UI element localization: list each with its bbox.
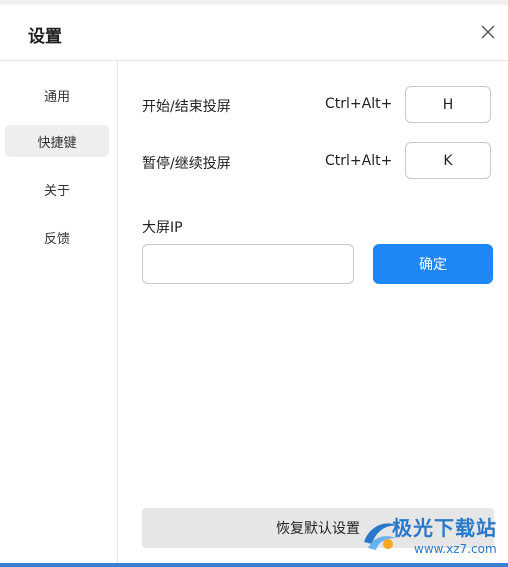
watermark-name: 极光下载站: [392, 516, 497, 540]
shortcut-pause-resume-label: 暂停/继续投屏: [142, 156, 231, 172]
close-button[interactable]: [476, 20, 500, 44]
close-icon: [481, 25, 495, 39]
window-top-strip: [0, 0, 508, 5]
shortcut-start-stop-modifier: Ctrl+Alt+: [325, 96, 393, 112]
sidebar-item-feedback[interactable]: 反馈: [5, 221, 109, 253]
confirm-button[interactable]: 确定: [373, 244, 493, 284]
sidebar: 通用 快捷键 关于 反馈: [0, 61, 117, 565]
sidebar-item-about[interactable]: 关于: [5, 173, 109, 205]
settings-window: 设置 通用 快捷键 关于 反馈 开始/结束投屏 Ctrl+Alt+ H 暂停/继…: [0, 0, 508, 567]
screen-ip-label: 大屏IP: [142, 220, 183, 236]
sidebar-divider: [117, 61, 118, 565]
shortcut-start-stop-label: 开始/结束投屏: [142, 99, 231, 115]
window-title: 设置: [28, 27, 62, 47]
shortcut-pause-resume-modifier: Ctrl+Alt+: [325, 153, 393, 169]
window-bottom-edge: [0, 563, 508, 567]
sidebar-item-shortcuts[interactable]: 快捷键: [5, 125, 109, 157]
shortcut-start-stop-key[interactable]: H: [405, 86, 491, 123]
watermark: 极光下载站 www.xz7.com: [358, 508, 504, 560]
screen-ip-input[interactable]: [142, 244, 354, 284]
shortcut-pause-resume-key[interactable]: K: [405, 142, 491, 179]
watermark-url: www.xz7.com: [414, 542, 497, 556]
sidebar-item-general[interactable]: 通用: [5, 79, 109, 111]
